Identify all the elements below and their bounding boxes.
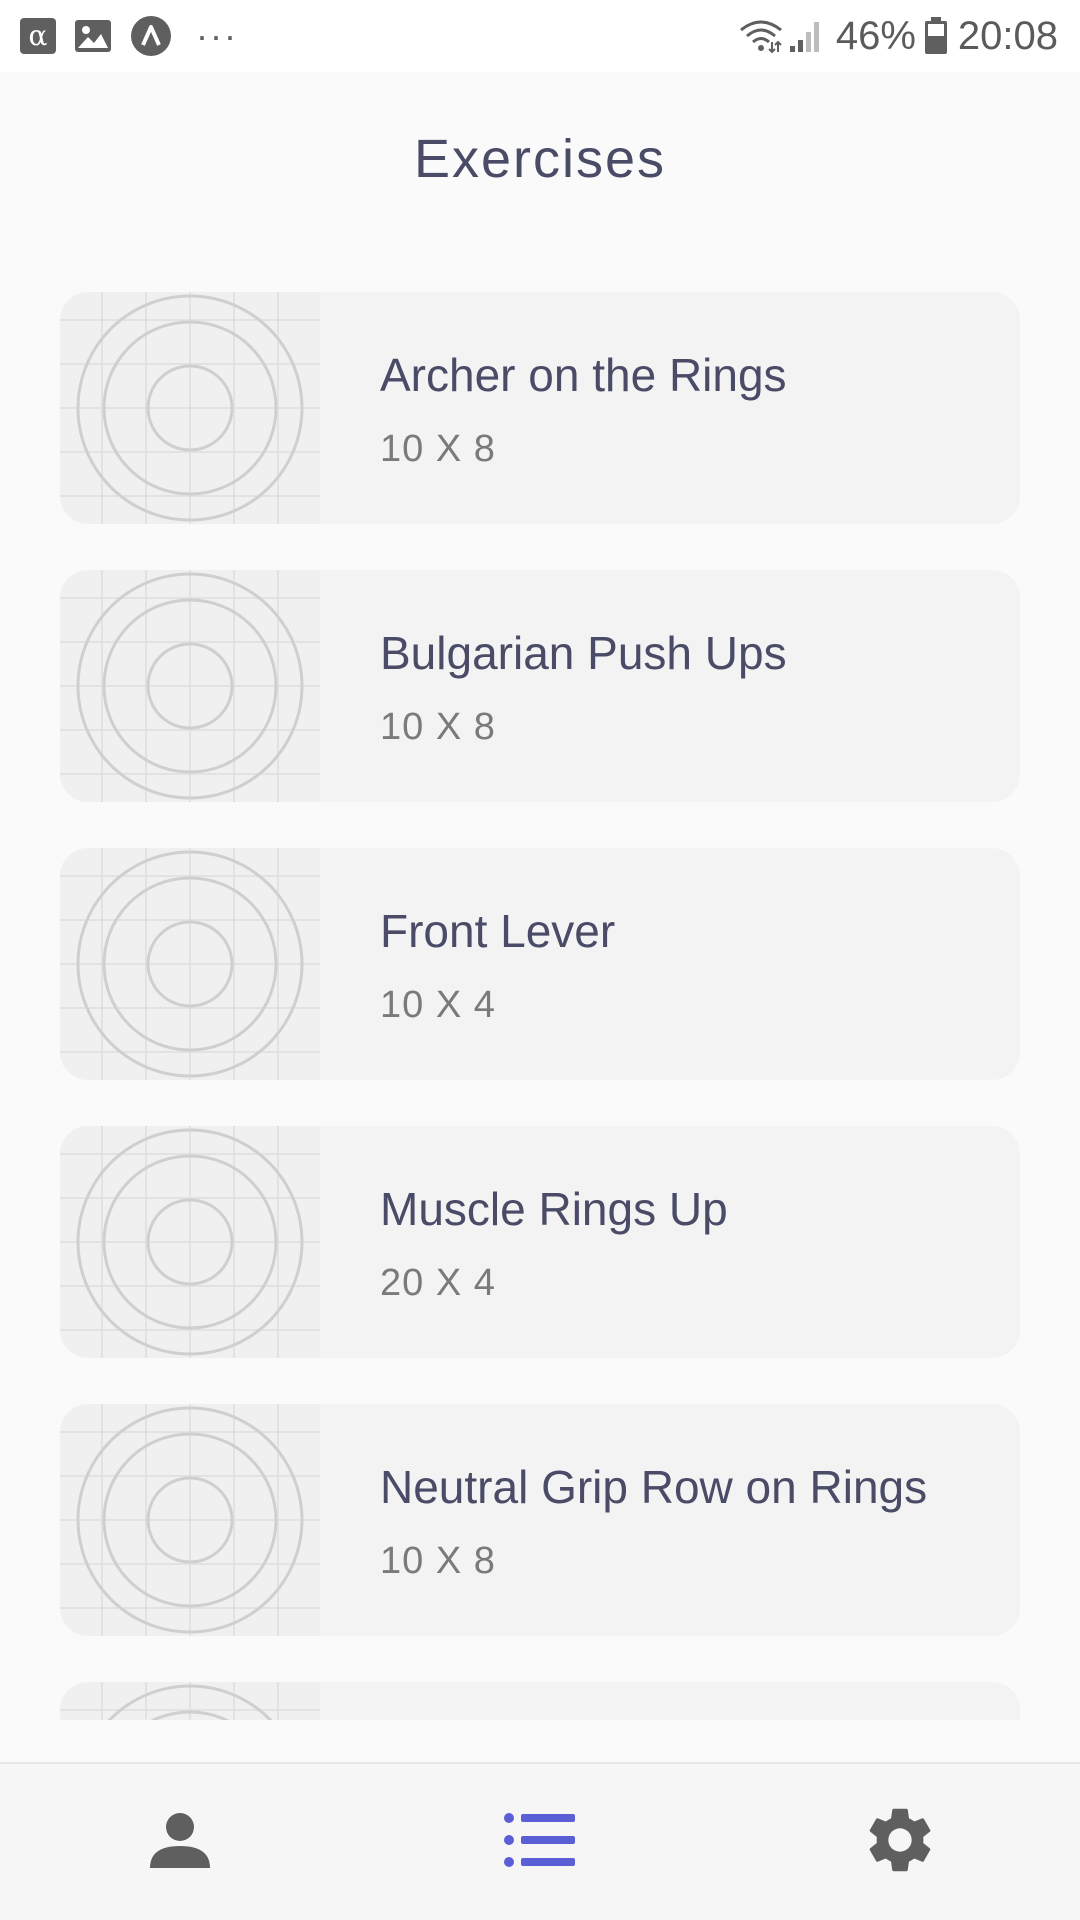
- exercise-name: Front Lever: [380, 905, 616, 957]
- alpha-app-icon: α: [20, 18, 56, 54]
- page-title: Exercises: [413, 129, 667, 189]
- signal-icon: [788, 18, 824, 54]
- placeholder-image-icon: [60, 1404, 320, 1636]
- status-bar-left: α ···: [20, 15, 238, 57]
- exercise-list[interactable]: Archer on the Rings 10 X 8 Bulgarian Pus…: [0, 292, 1080, 1720]
- exercise-card[interactable]: Neutral Grip Row on Rings 10 X 8: [60, 1404, 1020, 1636]
- exercise-card[interactable]: Archer on the Rings 10 X 8: [60, 292, 1020, 524]
- list-icon: [503, 1810, 577, 1875]
- exercise-card[interactable]: Muscle Rings Up 20 X 4: [60, 1126, 1020, 1358]
- person-icon: [148, 1808, 212, 1877]
- exercise-card[interactable]: Front Lever 10 X 4: [60, 848, 1020, 1080]
- nav-settings-button[interactable]: [800, 1764, 1000, 1920]
- app-icon: [130, 15, 172, 57]
- exercise-card-partial[interactable]: [60, 1682, 1020, 1720]
- exercise-sets: 10 X 4: [380, 984, 496, 1026]
- clock: 20:08: [957, 13, 1058, 58]
- exercise-name: Bulgarian Push Ups: [380, 627, 787, 679]
- exercise-name: Neutral Grip Row on Rings: [380, 1461, 928, 1513]
- exercise-name: Archer on the Rings: [380, 349, 787, 401]
- placeholder-image-icon: [60, 848, 320, 1080]
- exercise-sets: 20 X 4: [380, 1262, 496, 1304]
- placeholder-image-icon: [60, 570, 320, 802]
- exercise-sets: 10 X 8: [380, 428, 496, 470]
- battery-icon: [924, 17, 948, 55]
- more-icon: ···: [196, 15, 238, 56]
- placeholder-image-icon: [60, 292, 320, 524]
- nav-exercises-button[interactable]: [440, 1764, 640, 1920]
- bottom-navigation: [0, 1762, 1080, 1920]
- placeholder-image-icon: [60, 1126, 320, 1358]
- gallery-icon: [74, 19, 112, 53]
- gear-icon: [861, 1801, 939, 1884]
- exercise-sets: 10 X 8: [380, 1540, 496, 1582]
- nav-profile-button[interactable]: [80, 1764, 280, 1920]
- battery-percent: 46%: [835, 13, 916, 58]
- placeholder-image-icon: [60, 1682, 320, 1720]
- exercise-sets: 10 X 8: [380, 706, 496, 748]
- exercise-card[interactable]: Bulgarian Push Ups 10 X 8: [60, 570, 1020, 802]
- status-bar: α ··· 46% 20:08: [0, 0, 1080, 72]
- status-bar-right: 46% 20:08: [738, 14, 1058, 59]
- wifi-icon: [738, 18, 784, 54]
- exercise-name: Muscle Rings Up: [380, 1183, 728, 1235]
